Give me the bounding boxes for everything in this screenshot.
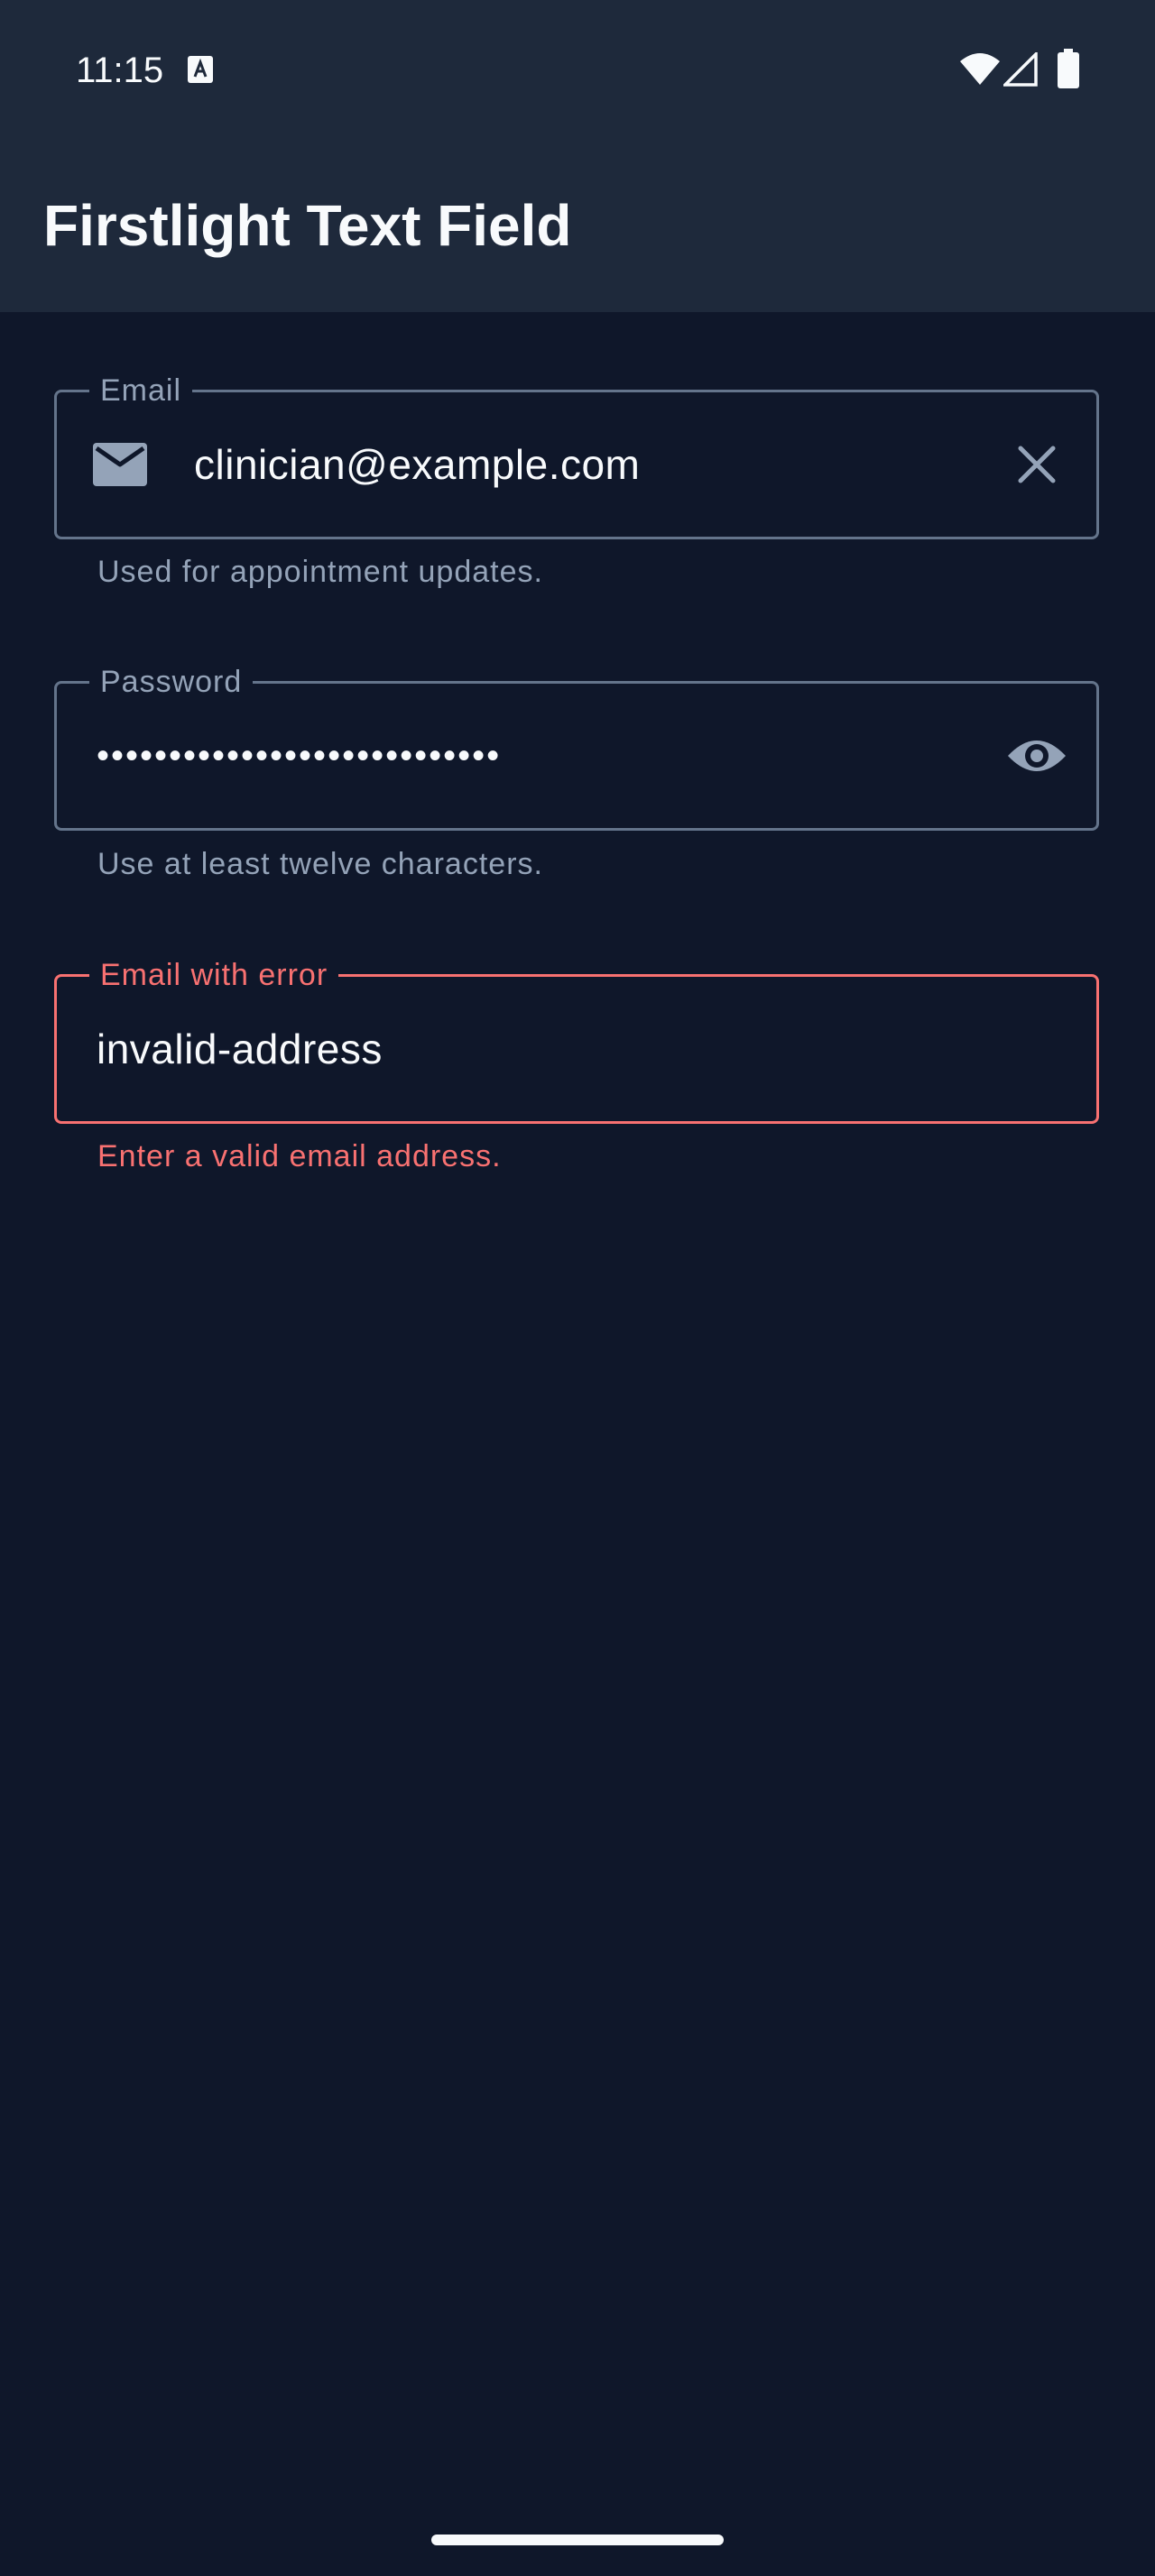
email-error-field-label: Email with error bbox=[89, 957, 339, 993]
wifi-icon bbox=[960, 53, 1000, 85]
status-bar: 11:15 bbox=[0, 0, 1155, 135]
password-helper-text: Use at least twelve characters. bbox=[97, 847, 543, 881]
email-error-field-value[interactable]: invalid-address bbox=[97, 1022, 383, 1076]
email-field[interactable]: Email clinician@example.com bbox=[54, 373, 1099, 539]
email-helper-text: Used for appointment updates. bbox=[97, 555, 543, 589]
close-icon[interactable] bbox=[1017, 445, 1057, 484]
email-error-helper-text: Enter a valid email address. bbox=[97, 1139, 502, 1173]
eye-icon[interactable] bbox=[1006, 734, 1067, 777]
email-error-field[interactable]: Email with error invalid-address bbox=[54, 957, 1099, 1124]
password-field-value[interactable]: •••••••••••••••••••••••••••• bbox=[97, 729, 501, 783]
home-indicator[interactable] bbox=[431, 2535, 724, 2545]
page-title: Firstlight Text Field bbox=[43, 193, 572, 258]
email-field-label: Email bbox=[89, 373, 193, 409]
status-time: 11:15 bbox=[76, 51, 164, 90]
app-bar: Firstlight Text Field bbox=[0, 135, 1155, 312]
password-field[interactable]: Password •••••••••••••••••••••••••••• bbox=[54, 664, 1099, 831]
password-field-label: Password bbox=[89, 664, 254, 700]
mail-icon bbox=[93, 443, 147, 486]
battery-icon bbox=[1058, 49, 1079, 88]
signal-icon bbox=[1003, 52, 1038, 87]
email-field-value[interactable]: clinician@example.com bbox=[194, 437, 640, 492]
a-icon bbox=[188, 56, 213, 83]
